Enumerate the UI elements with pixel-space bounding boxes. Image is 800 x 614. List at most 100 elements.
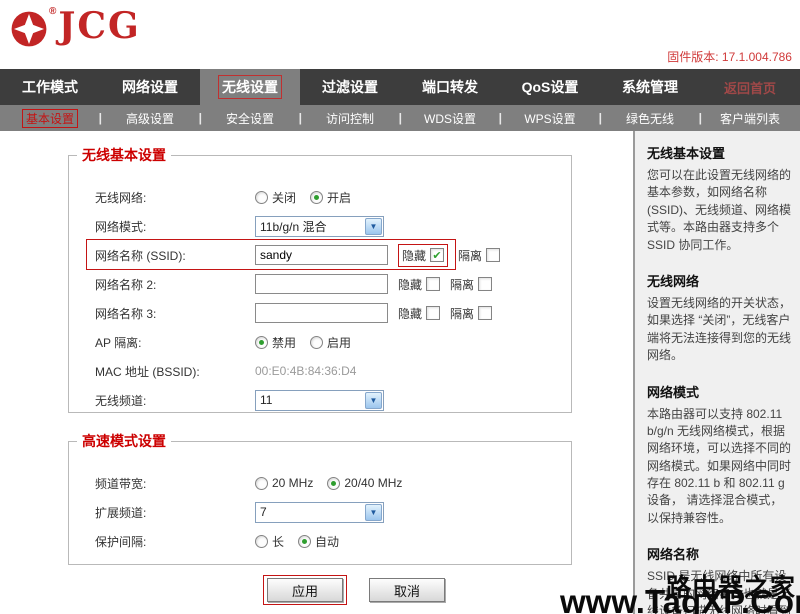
isolate-label: 隔离 xyxy=(450,306,475,321)
nav-network-settings[interactable]: 网络设置 xyxy=(100,69,200,105)
guard-interval-label: 保护间隔: xyxy=(95,534,147,549)
ssid1-hide-group: 隐藏 ✔ xyxy=(398,243,449,267)
ssid3-input[interactable] xyxy=(255,303,388,323)
guard-interval-row: 保护间隔: 长 自动 xyxy=(95,530,571,552)
subnav-security-settings[interactable]: 安全设置 xyxy=(200,105,302,131)
channel-bandwidth-row: 频道带宽: 20 MHz 20/40 MHz xyxy=(95,472,571,494)
header: ® JCG 固件版本: 17.1.004.786 xyxy=(0,0,800,69)
nav-wireless-settings[interactable]: 无线设置 xyxy=(200,69,300,105)
guard-long-radio[interactable]: 长 xyxy=(255,533,284,550)
ssid1-isolate-checkbox[interactable] xyxy=(486,248,501,262)
main-form-area: 无线基本设置 无线网络: 关闭 开启 网络模式: 11b/g/n 混合 ▼ 网络名… xyxy=(0,131,633,614)
ap-isolation-row: AP 隔离: 禁用 启用 xyxy=(95,331,571,353)
apply-button[interactable]: 应用 xyxy=(267,578,343,602)
nav-system-management[interactable]: 系统管理 xyxy=(600,69,700,105)
dropdown-arrow-icon: ▼ xyxy=(365,503,382,521)
extension-channel-select[interactable]: 7 ▼ xyxy=(255,501,384,523)
isolate-label: 隔离 xyxy=(458,248,483,263)
guard-auto-radio[interactable]: 自动 xyxy=(298,533,339,550)
channel-bandwidth-label: 频道带宽: xyxy=(95,476,147,491)
radio-circle-icon xyxy=(298,534,312,548)
radio-circle-icon xyxy=(255,335,268,349)
wireless-off-radio[interactable]: 关闭 xyxy=(255,189,296,206)
wireless-channel-select[interactable]: 11 ▼ xyxy=(255,389,384,411)
dropdown-arrow-icon: ▼ xyxy=(365,217,382,235)
registered-mark: ® xyxy=(49,6,57,17)
subnav-advanced-settings[interactable]: 高级设置 xyxy=(100,105,202,131)
ssid2-hide-group: 隐藏 xyxy=(398,276,441,293)
mac-address-row: MAC 地址 (BSSID): 00:E0:4B:84:36:D4 xyxy=(95,360,571,382)
radio-circle-icon xyxy=(310,190,324,204)
ssid3-isolate-group: 隔离 xyxy=(450,305,493,322)
jcg-logo-icon xyxy=(11,11,47,47)
bandwidth-20mhz-radio[interactable]: 20 MHz xyxy=(255,476,313,490)
ssid2-isolate-group: 隔离 xyxy=(450,276,493,293)
ssid3-row: 网络名称 3: 隐藏 隔离 xyxy=(95,302,571,324)
nav-filter-settings[interactable]: 过滤设置 xyxy=(300,69,400,105)
ssid1-hide-checkbox[interactable]: ✔ xyxy=(430,248,445,262)
ap-isolation-enable-radio[interactable]: 启用 xyxy=(310,334,351,351)
ssid2-input[interactable] xyxy=(255,274,388,294)
subnav-access-control[interactable]: 访问控制 xyxy=(300,105,402,131)
network-mode-select[interactable]: 11b/g/n 混合 ▼ xyxy=(255,215,384,237)
subnav-client-list[interactable]: 客户端列表 xyxy=(700,105,800,131)
subnav-basic-settings[interactable]: 基本设置 xyxy=(0,105,102,131)
radio-circle-icon xyxy=(310,335,324,349)
extension-channel-label: 扩展频道: xyxy=(95,505,147,520)
wireless-channel-row: 无线频道: 11 ▼ xyxy=(95,389,571,411)
router-admin-page: ® JCG 固件版本: 17.1.004.786 工作模式 网络设置 无线设置 … xyxy=(0,0,800,614)
button-row: 应用 取消 xyxy=(68,575,640,605)
nav-port-forwarding[interactable]: 端口转发 xyxy=(400,69,500,105)
ssid1-label: 网络名称 (SSID): xyxy=(95,248,186,263)
ssid2-hide-checkbox[interactable] xyxy=(426,277,441,291)
ssid1-row: 网络名称 (SSID): 隐藏 ✔ 隔离 xyxy=(86,239,571,270)
hide-label: 隐藏 xyxy=(398,306,423,321)
wireless-basic-settings-title: 无线基本设置 xyxy=(82,147,166,163)
ssid1-isolate-group: 隔离 xyxy=(458,247,501,264)
sub-nav: 基本设置 高级设置 安全设置 访问控制 WDS设置 WPS设置 绿色无线 客户端… xyxy=(0,105,800,131)
subnav-wds-settings[interactable]: WDS设置 xyxy=(400,105,502,131)
wireless-channel-label: 无线频道: xyxy=(95,393,147,408)
content: 无线基本设置 无线网络: 关闭 开启 网络模式: 11b/g/n 混合 ▼ 网络名… xyxy=(0,131,800,614)
dropdown-arrow-icon: ▼ xyxy=(365,391,382,409)
subnav-green-wireless[interactable]: 绿色无线 xyxy=(600,105,702,131)
ap-isolation-label: AP 隔离: xyxy=(95,335,142,350)
return-home-link[interactable]: 返回首页 xyxy=(700,69,800,105)
ssid3-isolate-checkbox[interactable] xyxy=(478,306,493,320)
hide-label: 隐藏 xyxy=(402,248,427,263)
radio-circle-icon xyxy=(255,190,268,204)
help-sidebar: 无线基本设置 您可以在此设置无线网络的基本参数，如网络名称 (SSID)、无线频… xyxy=(633,131,800,614)
main-nav: 工作模式 网络设置 无线设置 过滤设置 端口转发 QoS设置 系统管理 返回首页 xyxy=(0,69,800,105)
help-section: 无线网络 设置无线网络的开关状态，如果选择 “关闭”，无线客户端将无法连接得到您… xyxy=(647,273,792,363)
nav-work-mode[interactable]: 工作模式 xyxy=(0,69,100,105)
mac-address-label: MAC 地址 (BSSID): xyxy=(95,364,200,379)
radio-circle-icon xyxy=(255,534,268,548)
logo-text: JCG xyxy=(58,5,141,47)
subnav-wps-settings[interactable]: WPS设置 xyxy=(500,105,602,131)
jcg-logo: ® JCG xyxy=(10,6,141,48)
mac-address-value: 00:E0:4B:84:36:D4 xyxy=(255,364,357,378)
high-speed-mode-fieldset: 高速模式设置 频道带宽: 20 MHz 20/40 MHz 扩展频道: 7 ▼ 保… xyxy=(68,431,572,565)
wireless-network-label: 无线网络: xyxy=(95,190,147,205)
wireless-basic-settings-fieldset: 无线基本设置 无线网络: 关闭 开启 网络模式: 11b/g/n 混合 ▼ 网络名… xyxy=(68,145,572,413)
watermark-text-url: www.TagXP.Com xyxy=(560,583,800,614)
bandwidth-2040mhz-radio[interactable]: 20/40 MHz xyxy=(327,476,402,490)
help-section: 无线基本设置 您可以在此设置无线网络的基本参数，如网络名称 (SSID)、无线频… xyxy=(647,146,792,252)
ssid2-row: 网络名称 2: 隐藏 隔离 xyxy=(95,273,571,295)
ssid2-isolate-checkbox[interactable] xyxy=(478,277,493,291)
extension-channel-row: 扩展频道: 7 ▼ xyxy=(95,501,571,523)
ssid3-hide-group: 隐藏 xyxy=(398,305,441,322)
ssid2-label: 网络名称 2: xyxy=(95,277,157,292)
help-section: 网络模式 本路由器可以支持 802.11 b/g/n 无线网络模式，根据网络环境… xyxy=(647,384,792,525)
ssid3-label: 网络名称 3: xyxy=(95,306,157,321)
radio-circle-icon xyxy=(255,476,268,490)
radio-circle-icon xyxy=(327,476,341,490)
wireless-on-radio[interactable]: 开启 xyxy=(310,189,351,206)
network-mode-row: 网络模式: 11b/g/n 混合 ▼ xyxy=(95,215,571,237)
ssid1-input[interactable] xyxy=(255,245,388,265)
ssid3-hide-checkbox[interactable] xyxy=(426,306,441,320)
cancel-button[interactable]: 取消 xyxy=(369,578,445,602)
hide-label: 隐藏 xyxy=(398,277,423,292)
nav-qos-settings[interactable]: QoS设置 xyxy=(500,69,600,105)
ap-isolation-disable-radio[interactable]: 禁用 xyxy=(255,334,296,351)
